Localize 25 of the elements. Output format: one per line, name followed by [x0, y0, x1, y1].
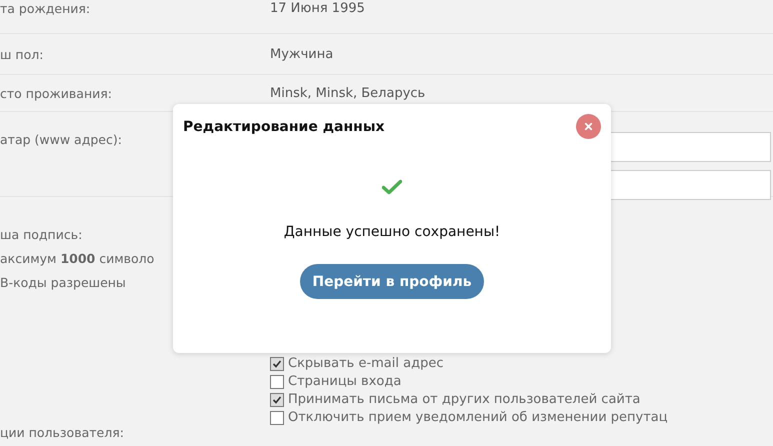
success-message: Данные успешно сохранены! — [284, 224, 500, 240]
checkmark-icon — [382, 179, 402, 195]
checkbox-label: Отключить прием уведомлений об изменении репутац — [288, 410, 668, 425]
profile-button[interactable]: Перейти в профиль — [300, 264, 484, 299]
checkbox[interactable] — [270, 356, 284, 370]
hint-text: аксимум 1000 символо — [0, 251, 156, 266]
close-icon — [584, 122, 593, 131]
field-label: ш пол: — [0, 46, 44, 62]
field-label: ции пользователя: — [0, 425, 125, 440]
field-label: ша подпись: — [0, 227, 84, 242]
checkbox-label: Страницы входа — [288, 374, 402, 389]
checkbox-label: Принимать письма от других пользователей сайта — [288, 392, 640, 407]
hint-text: В-коды разрешены — [0, 275, 127, 290]
field-value: 17 Июня 1995 — [270, 1, 366, 16]
checkbox-label: Скрывать e-mail адрес — [288, 356, 444, 371]
dialog-title: Редактирование данных — [183, 118, 385, 134]
field-value: Мужчина — [270, 46, 334, 62]
checkbox[interactable] — [270, 410, 284, 424]
close-button[interactable] — [576, 114, 601, 139]
field-label: та рождения: — [0, 1, 92, 16]
field-label: сто проживания: — [0, 86, 113, 100]
checkbox[interactable] — [270, 392, 284, 406]
field-label: атар (www адрес): — [0, 132, 123, 149]
checkbox[interactable] — [270, 374, 284, 388]
field-value: Minsk, Minsk, Беларусь — [270, 86, 426, 100]
